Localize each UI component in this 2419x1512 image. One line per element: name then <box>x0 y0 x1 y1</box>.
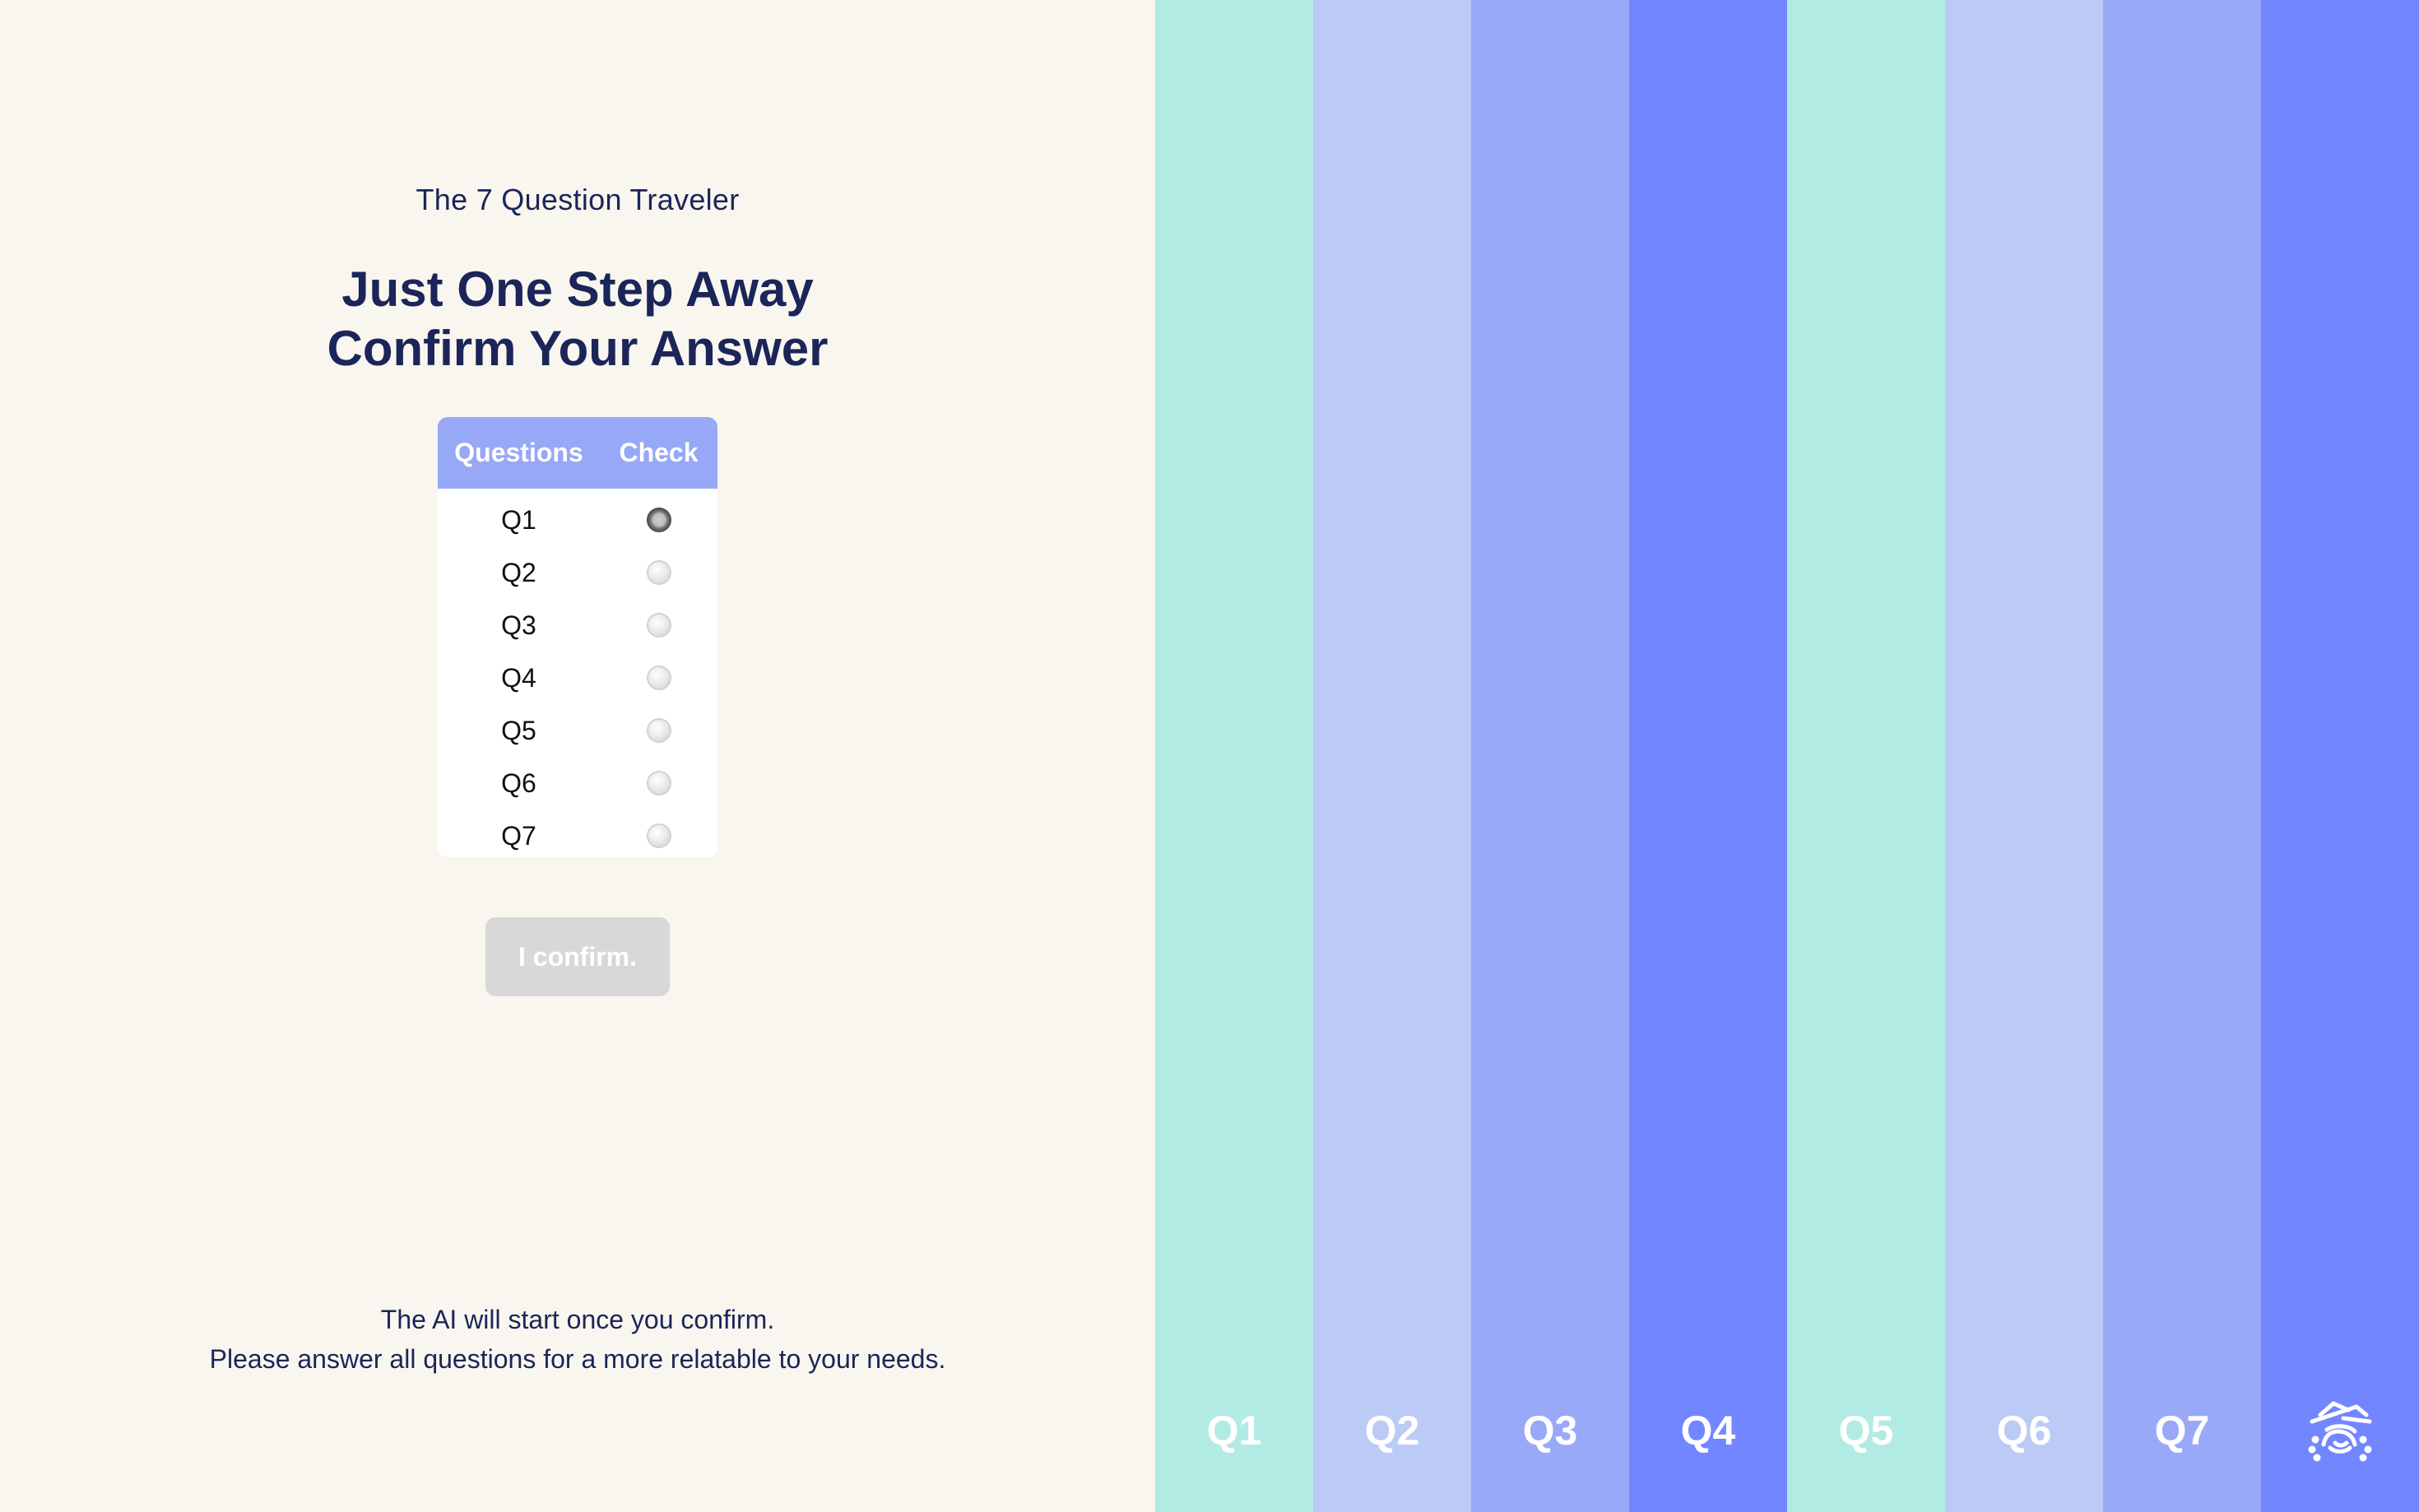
footer-note: The AI will start once you confirm. Plea… <box>0 1300 1155 1379</box>
table-row: Q4 <box>438 652 717 704</box>
confirm-button[interactable]: I confirm. <box>485 917 670 996</box>
check-cell <box>600 823 717 848</box>
question-column-q7[interactable]: Q7 <box>2103 0 2261 1512</box>
question-check-radio[interactable] <box>646 560 671 585</box>
column-label: Q1 <box>1206 1408 1262 1454</box>
column-label: Q7 <box>2154 1408 2210 1454</box>
column-label: Q4 <box>1680 1408 1736 1454</box>
questions-column-header: Questions <box>454 438 583 467</box>
check-cell <box>600 613 717 638</box>
table-row: Q5 <box>438 704 717 757</box>
column-label: Q5 <box>1838 1408 1894 1454</box>
headline-line-1: Just One Step Away <box>341 262 814 317</box>
question-check-table: Questions Check Q1 Q2 Q3 Q4 Q5 Q6 Q7 <box>438 417 717 857</box>
question-column-q3[interactable]: Q3 <box>1471 0 1629 1512</box>
confirmation-panel: The 7 Question Traveler Just One Step Aw… <box>0 0 1155 1512</box>
column-label: Q3 <box>1522 1408 1578 1454</box>
question-check-radio[interactable] <box>646 613 671 638</box>
table-row: Q3 <box>438 599 717 652</box>
table-header: Questions Check <box>438 417 717 489</box>
question-column-q5[interactable]: Q5 <box>1787 0 1945 1512</box>
question-columns: Q1 Q2 Q3 Q4 Q5 Q6 Q7 <box>1155 0 2419 1512</box>
question-check-radio[interactable] <box>646 823 671 848</box>
question-column-q6[interactable]: Q6 <box>1945 0 2103 1512</box>
app-title: The 7 Question Traveler <box>416 183 740 216</box>
logo-column[interactable] <box>2261 0 2419 1512</box>
question-label: Q6 <box>501 768 536 798</box>
check-cell <box>600 666 717 690</box>
table-row: Q2 <box>438 546 717 599</box>
check-cell <box>600 718 717 743</box>
question-label: Q3 <box>501 610 536 640</box>
question-label: Q2 <box>501 557 536 587</box>
headline-line-2: Confirm Your Answer <box>327 321 829 376</box>
column-label: Q6 <box>1996 1408 2052 1454</box>
question-column-q2[interactable]: Q2 <box>1313 0 1471 1512</box>
question-label: Q5 <box>501 715 536 745</box>
question-check-radio[interactable] <box>646 771 671 795</box>
table-row: Q1 <box>438 494 717 546</box>
question-label: Q1 <box>501 504 536 535</box>
check-column-header: Check <box>619 438 699 467</box>
table-row: Q6 <box>438 757 717 809</box>
check-cell <box>600 508 717 532</box>
question-column-q1[interactable]: Q1 <box>1155 0 1313 1512</box>
question-check-radio[interactable] <box>646 718 671 743</box>
question-column-q4[interactable]: Q4 <box>1629 0 1787 1512</box>
column-label: Q2 <box>1364 1408 1420 1454</box>
question-check-radio[interactable] <box>646 666 671 690</box>
footer-line-1: The AI will start once you confirm. <box>380 1305 775 1334</box>
page-headline: Just One Step Away Confirm Your Answer <box>0 260 1155 378</box>
question-label: Q4 <box>501 662 536 693</box>
question-check-radio[interactable] <box>646 508 671 532</box>
check-cell <box>600 771 717 795</box>
footer-line-2: Please answer all questions for a more r… <box>209 1344 946 1374</box>
traveler-logo-icon <box>2308 1401 2372 1462</box>
check-cell <box>600 560 717 585</box>
table-body: Q1 Q2 Q3 Q4 Q5 Q6 Q7 <box>438 489 717 857</box>
question-label: Q7 <box>501 820 536 851</box>
table-row: Q7 <box>438 809 717 857</box>
logo-wrap <box>2261 1397 2419 1466</box>
